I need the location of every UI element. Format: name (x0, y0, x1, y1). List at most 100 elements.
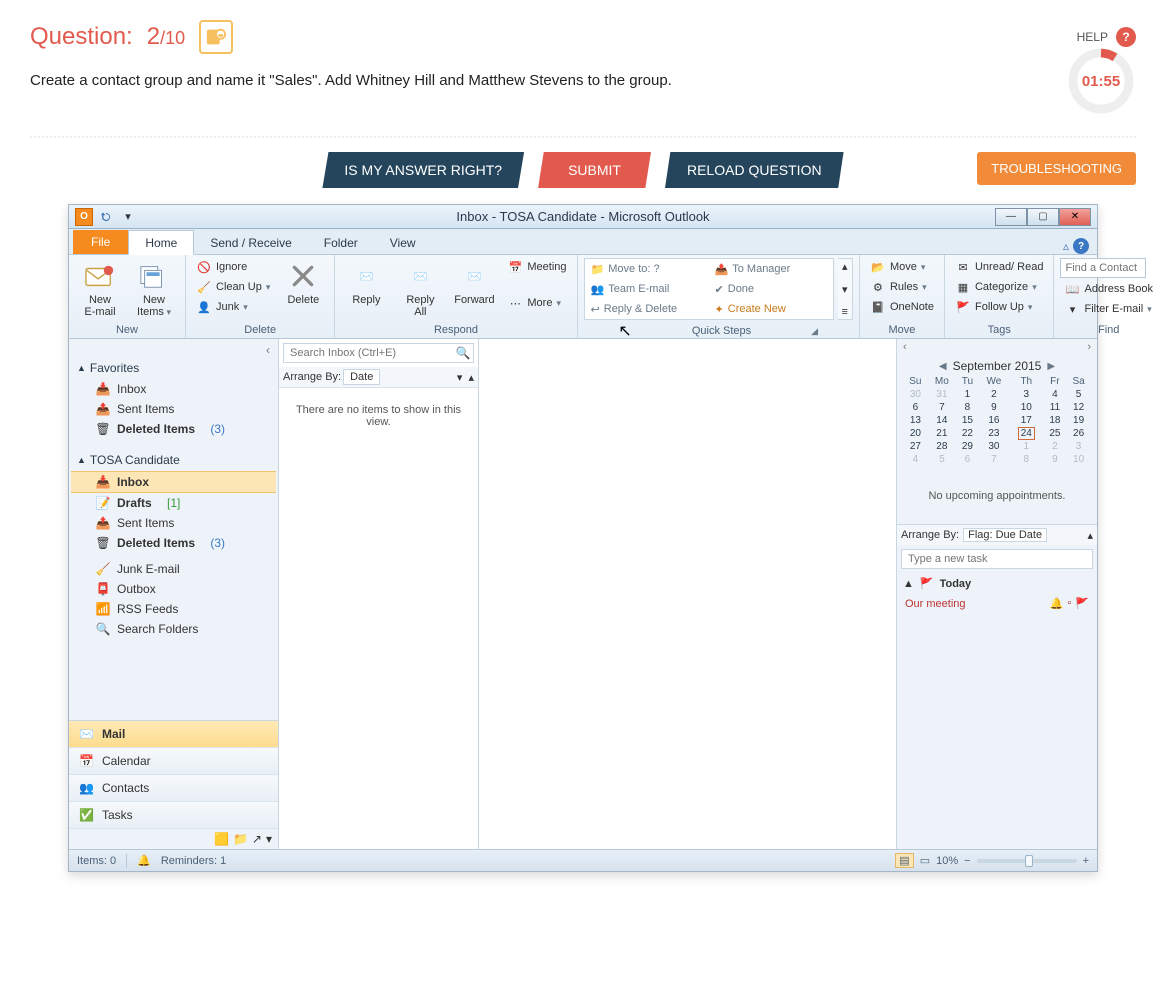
search-icon[interactable]: 🔍 (453, 344, 473, 362)
zoom-out-button[interactable]: − (964, 855, 970, 867)
qs-move-to[interactable]: 📁Move to: ? (585, 259, 709, 279)
task-item-our-meeting[interactable]: Our meeting 🔔▫🚩 (897, 594, 1097, 613)
qs-done[interactable]: ✔Done (709, 279, 833, 299)
fav-inbox[interactable]: 📥Inbox (71, 379, 276, 399)
troubleshooting-button[interactable]: TROUBLESHOOTING (977, 152, 1136, 185)
folder-rss-feeds[interactable]: 📶RSS Feeds (71, 599, 276, 619)
view-reading-icon[interactable]: ▭ (920, 854, 930, 867)
delete-button[interactable]: Delete (278, 258, 328, 306)
qs-scroll-down[interactable]: ▾ (838, 282, 852, 297)
qs-launcher-icon[interactable]: ◢ (811, 326, 818, 337)
tab-home[interactable]: Home (128, 230, 194, 255)
meeting-button[interactable]: 📅Meeting (503, 258, 570, 276)
ribbon-help-icon[interactable]: ? (1073, 238, 1089, 254)
help-icon[interactable]: ? (1116, 27, 1136, 47)
qs-to-manager[interactable]: 📤To Manager (709, 259, 833, 279)
fav-deleted-items[interactable]: 🗑Deleted Items (3) (71, 419, 276, 439)
favorites-header[interactable]: ▲Favorites (71, 357, 276, 379)
submit-button[interactable]: SUBMIT (538, 152, 651, 188)
folder-junk[interactable]: 🧹Junk E-mail (71, 559, 276, 579)
search-inbox-input[interactable] (284, 344, 453, 362)
reply-button[interactable]: ✉️Reply (341, 258, 391, 306)
todo-collapse-left-icon[interactable]: ‹ (903, 341, 907, 353)
qs-expand[interactable]: ≡ (838, 305, 852, 319)
flag-icon: 🚩 (1075, 597, 1089, 610)
fav-sent-items[interactable]: 📤Sent Items (71, 399, 276, 419)
status-reminders[interactable]: Reminders: 1 (161, 855, 226, 867)
tab-folder[interactable]: Folder (308, 231, 374, 254)
nav-configure-icon[interactable]: ▾ (266, 832, 272, 846)
folder-sent-items[interactable]: 📤Sent Items (71, 513, 276, 533)
junk-button[interactable]: 👤Junk (192, 298, 274, 316)
reload-question-button[interactable]: RELOAD QUESTION (665, 152, 844, 188)
undo-icon[interactable] (97, 208, 115, 226)
nav-notes-icon[interactable]: 🟨 (214, 832, 229, 846)
folder-drafts[interactable]: 📝Drafts [1] (71, 493, 276, 513)
nav-tasks-button[interactable]: ✅Tasks (69, 802, 278, 829)
nav-calendar-button[interactable]: 📅Calendar (69, 748, 278, 775)
rss-icon: 📶 (95, 601, 111, 617)
qs-team-email[interactable]: 👥Team E-mail (585, 279, 709, 299)
new-email-button[interactable]: New E-mail (75, 258, 125, 318)
follow-up-button[interactable]: 🚩Follow Up (951, 298, 1048, 316)
todo-collapse-right-icon[interactable]: › (1087, 341, 1091, 353)
find-contact-input[interactable] (1060, 258, 1146, 278)
outlook-logo-icon (199, 20, 233, 54)
forward-button[interactable]: ✉️Forward (449, 258, 499, 306)
qs-create-new[interactable]: ✦Create New (709, 299, 833, 319)
account-header[interactable]: ▲TOSA Candidate (71, 449, 276, 471)
nav-mail-button[interactable]: ✉️Mail (69, 721, 278, 748)
trash-icon: 🗑 (95, 421, 111, 437)
rules-button[interactable]: ⚙Rules (866, 278, 938, 296)
more-respond-button[interactable]: ⋯More (503, 294, 570, 312)
date-navigator[interactable]: SuMoTuWeThFrSa 3031123456789101112131415… (903, 375, 1091, 466)
new-items-button[interactable]: New Items (129, 258, 179, 318)
folder-search-folders[interactable]: 🔍Search Folders (71, 619, 276, 639)
qat-dropdown-icon[interactable]: ▾ (119, 208, 137, 226)
zoom-slider[interactable] (977, 859, 1077, 863)
tab-file[interactable]: File (73, 230, 128, 254)
task-sort-icon[interactable]: ▴ (1087, 529, 1093, 542)
view-normal-icon[interactable]: ▤ (895, 853, 913, 868)
check-answer-button[interactable]: IS MY ANSWER RIGHT? (322, 152, 524, 188)
onenote-button[interactable]: 📓OneNote (866, 298, 938, 316)
task-arrange-header[interactable]: Arrange By: Flag: Due Date ▴ (897, 524, 1097, 545)
move-button[interactable]: 📂Move (866, 258, 938, 276)
categorize-button[interactable]: ▦Categorize (951, 278, 1048, 296)
team-email-icon: 👥 (591, 283, 605, 296)
to-manager-icon: 📤 (715, 263, 729, 276)
nav-collapse-icon[interactable]: ‹ (71, 343, 276, 357)
help-label[interactable]: HELP (1077, 30, 1108, 44)
cal-next-month[interactable]: ▶ (1047, 361, 1055, 372)
close-button[interactable]: ✕ (1059, 208, 1091, 226)
qs-reply-delete[interactable]: ↩Reply & Delete (585, 299, 709, 319)
nav-shortcuts-icon[interactable]: ↗ (252, 832, 262, 846)
tab-send-receive[interactable]: Send / Receive (194, 231, 307, 254)
cal-prev-month[interactable]: ◀ (939, 361, 947, 372)
zoom-in-button[interactable]: + (1083, 855, 1089, 867)
nav-contacts-button[interactable]: 👥Contacts (69, 775, 278, 802)
tab-view[interactable]: View (374, 231, 432, 254)
address-book-button[interactable]: 📖Address Book (1060, 280, 1156, 298)
maximize-button[interactable]: ▢ (1027, 208, 1059, 226)
ribbon-tabs: File Home Send / Receive Folder View ▵ ? (69, 229, 1097, 255)
quick-steps-gallery[interactable]: 📁Move to: ? 📤To Manager 👥Team E-mail ✔Do… (584, 258, 834, 320)
clean-up-button[interactable]: 🧹Clean Up (192, 278, 274, 296)
unread-read-button[interactable]: ✉Unread/ Read (951, 258, 1048, 276)
outlook-app-icon[interactable]: O (75, 208, 93, 226)
new-task-input[interactable] (901, 549, 1093, 569)
folder-deleted-items[interactable]: 🗑Deleted Items (3) (71, 533, 276, 553)
minimize-button[interactable]: — (995, 208, 1027, 226)
question-label: Question: (30, 23, 133, 51)
ignore-button[interactable]: 🚫Ignore (192, 258, 274, 276)
reply-all-button[interactable]: ✉️Reply All (395, 258, 445, 318)
nav-folder-list-icon[interactable]: 📁 (233, 832, 248, 846)
sort-toggle-icon[interactable]: ▾ ▴ (457, 371, 474, 384)
folder-outbox[interactable]: 📮Outbox (71, 579, 276, 599)
task-group-today[interactable]: ▲🚩Today (897, 573, 1097, 594)
ribbon-minimize-icon[interactable]: ▵ (1063, 239, 1069, 253)
arrange-by-header[interactable]: Arrange By: Date ▾ ▴ (279, 367, 478, 388)
filter-email-button[interactable]: ▾Filter E-mail (1060, 300, 1156, 318)
qs-scroll-up[interactable]: ▴ (838, 259, 852, 274)
folder-inbox[interactable]: 📥Inbox (71, 471, 276, 493)
